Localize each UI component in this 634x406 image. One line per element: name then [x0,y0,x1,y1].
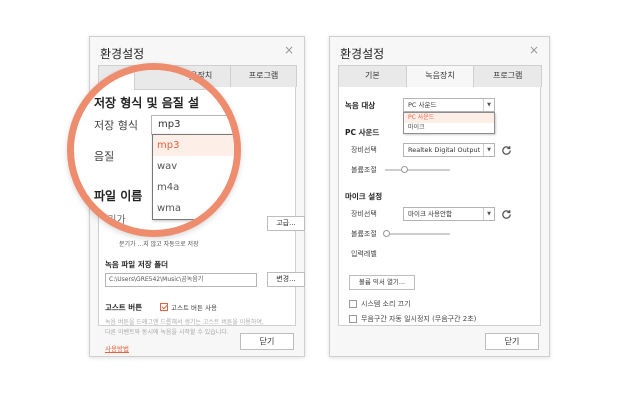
refresh-icon[interactable] [501,209,512,220]
pc-volume-label: 볼륨조절 [351,166,377,174]
magnified-option-wav: wav [157,161,178,172]
magnified-quality-label: 음질 [94,150,115,163]
chevron-down-icon: ▼ [483,144,494,156]
magnified-format-select: mp3 [151,115,234,135]
volume-mixer-button[interactable]: 볼륨 믹서 열기... [349,275,415,290]
ghost-desc-line2: 다른 이벤트와 동시에 녹음을 시작할 수 있습니다. [105,329,229,336]
close-icon[interactable]: × [529,43,539,57]
record-target-select[interactable]: PC 사운드 ▼ [403,98,495,112]
system-sound-label: 시스템 소리 끄기 [361,300,411,308]
ghost-button-checkbox[interactable] [160,303,168,311]
save-folder-heading: 녹음 파일 저장 폴더 [105,260,169,269]
silence-pause-label: 무음구간 자동 일시정지 (무음구간 2초) [361,315,477,323]
save-folder-path: C:\Users\GRE542\Music\곰녹음기 [105,273,257,287]
auto-save-text: 분기가 ...지 않고 자동으로 저장 [119,241,199,248]
system-sound-checkbox[interactable] [349,300,357,308]
magnified-heading: 저장 형식 및 음질 설 [94,96,200,110]
record-target-value: PC 사운드 [408,101,437,109]
close-button[interactable]: 닫기 [240,333,294,350]
refresh-icon[interactable] [501,145,512,156]
tab-program[interactable]: 프로그램 [473,65,543,87]
settings-dialog-right: 환경설정 × 기본 녹음장치 프로그램 녹음 대상 PC 사운드 ▼ PC 사운… [329,36,550,357]
record-target-label: 녹음 대상 [345,101,376,110]
magnified-tab-recording: 치 [134,70,204,90]
ghost-button-heading: 고스트 버튼 [105,303,143,312]
mic-volume-slider[interactable] [383,230,450,237]
magnified-fragment: 분기가 [98,215,126,226]
ghost-desc-line1: 녹음 버튼을 드래그앤 드롭해서 생기는 고스트 버튼을 이용하여, [105,319,264,326]
mic-device-label: 장비선택 [351,210,377,218]
dialog-title: 환경설정 [340,47,385,61]
close-button[interactable]: 닫기 [485,333,539,350]
magnified-filename-heading: 파일 이름 [94,189,143,203]
mic-device-value: 마이크 사용안함 [408,210,452,218]
pc-device-label: 장비선택 [351,146,377,154]
ghost-button-checkbox-label: 고스트 버튼 사용 [171,304,217,312]
tab-program[interactable]: 프로그램 [230,65,297,87]
option-pc-sound[interactable]: PC 사운드 [404,113,494,123]
chevron-down-icon: ▼ [483,99,494,111]
magnified-option-wma: wma [157,203,182,214]
pc-volume-slider[interactable] [385,166,450,173]
change-folder-button[interactable]: 변경... [267,272,305,287]
silence-pause-checkbox[interactable] [349,315,357,323]
magnifier-circle: 치 프로그램 저장 형식 및 음질 설 저장 형식 mp3 음질 파일 이름 분… [67,63,241,237]
tab-bar: 기본 녹음장치 프로그램 [338,65,543,88]
mic-heading: 마이크 설정 [345,192,383,201]
recording-device-panel: 녹음 대상 PC 사운드 ▼ PC 사운드 장비선택 Realtek Digit… [338,87,541,326]
magnified-option-mp3: mp3 [153,135,234,156]
magnifier-content: 치 프로그램 저장 형식 및 음질 설 저장 형식 mp3 음질 파일 이름 분… [74,70,234,230]
help-link[interactable]: 사용방법 [105,343,129,353]
magnified-format-dropdown: mp3 wav m4a wma [152,134,234,220]
slider-knob[interactable] [401,166,408,173]
magnified-option-m4a: m4a [157,182,180,193]
input-level-label: 입력레벨 [351,250,377,258]
pc-sound-heading: PC 사운드 [345,128,380,137]
mic-device-select[interactable]: 마이크 사용안함 ▼ [403,207,495,221]
dialog-title: 환경설정 [100,47,145,61]
tab-basic[interactable]: 기본 [338,65,407,87]
slider-knob[interactable] [383,230,390,237]
chevron-down-icon: ▼ [483,208,494,220]
tab-recording-device[interactable]: 녹음장치 [405,65,475,88]
advanced-button[interactable]: 고급... [267,216,305,231]
close-icon[interactable]: × [284,43,294,57]
mic-volume-label: 볼륨조절 [351,230,377,238]
magnified-format-label: 저장 형식 [94,119,138,132]
option-mic[interactable]: 마이크 [404,123,494,133]
screenshot-stage: 환경설정 × 기본 녹음장치 프로그램 고급... 분기가 ...지 않고 자동… [0,0,634,406]
pc-device-value: Realtek Digital Output [408,146,481,154]
record-target-dropdown: PC 사운드 마이크 [403,112,495,134]
pc-device-select[interactable]: Realtek Digital Output ▼ [403,143,495,157]
